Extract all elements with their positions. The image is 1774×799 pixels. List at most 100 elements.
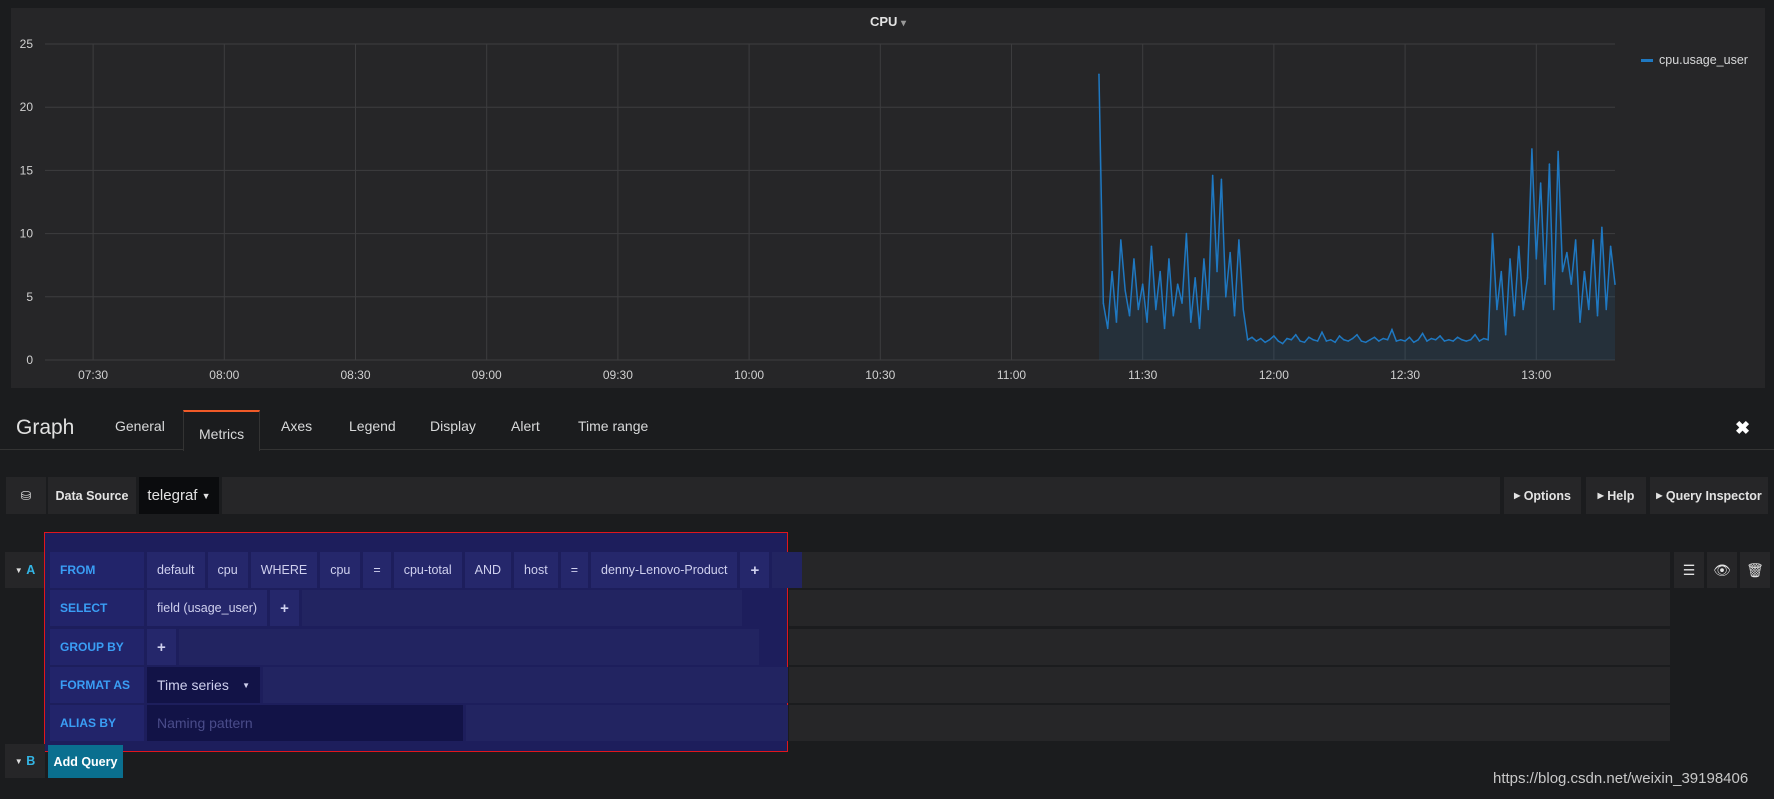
data-point: [1552, 308, 1555, 311]
data-point: [1229, 251, 1231, 254]
data-point: [1517, 245, 1520, 248]
data-point: [1325, 340, 1328, 342]
tab-axes[interactable]: Axes: [281, 418, 312, 434]
y-tick-label: 15: [20, 163, 34, 177]
data-point: [1102, 302, 1105, 304]
x-tick-label: 13:00: [1521, 368, 1551, 382]
group-by-label: GROUP BY: [50, 629, 144, 665]
data-source-select[interactable]: telegraf ▼: [139, 477, 219, 514]
tab-alert[interactable]: Alert: [511, 418, 540, 434]
data-point: [1299, 340, 1301, 342]
caret-right-icon: ▶: [1514, 491, 1521, 500]
data-point: [1404, 340, 1406, 342]
series-area: [1098, 74, 1615, 360]
data-point: [1557, 150, 1559, 153]
graph-panel: CPU ▾ 0 5 10 15 20 25 07:30 08:00 08:30 09:00 09:3…: [11, 8, 1765, 388]
trash-icon[interactable]: 🗑: [1740, 552, 1770, 588]
data-point: [1185, 232, 1188, 235]
data-point: [1176, 283, 1179, 285]
tag-value-host[interactable]: denny-Lenovo-Product: [591, 552, 738, 588]
data-source-row-fill: [222, 477, 1500, 514]
add-where-button[interactable]: +: [740, 552, 770, 588]
operator[interactable]: =: [363, 552, 391, 588]
row-fill: [772, 552, 803, 588]
alias-by-row: ALIAS BY Naming pattern: [50, 705, 788, 741]
data-point: [1115, 321, 1118, 323]
y-tick-label: 25: [20, 37, 34, 51]
options-label: Options: [1523, 488, 1571, 503]
data-point: [1233, 314, 1236, 317]
eye-icon[interactable]: 👁: [1707, 552, 1737, 588]
tab-display[interactable]: Display: [430, 418, 476, 434]
retention-policy[interactable]: default: [147, 552, 205, 588]
data-point: [1566, 251, 1568, 254]
data-point: [1526, 277, 1529, 279]
data-point: [1430, 337, 1433, 340]
add-select-button[interactable]: +: [270, 590, 299, 626]
tab-legend[interactable]: Legend: [349, 418, 396, 434]
tag-value-cpu-total[interactable]: cpu-total: [393, 552, 462, 588]
data-point: [1548, 163, 1551, 165]
data-point: [1141, 283, 1144, 285]
data-point: [1456, 336, 1459, 339]
select-field[interactable]: field (usage_user): [147, 590, 268, 626]
row-fill: [789, 667, 1670, 703]
data-point: [1399, 338, 1402, 341]
data-point: [1106, 327, 1109, 330]
alias-input[interactable]: Naming pattern: [147, 705, 463, 741]
data-point: [1321, 331, 1323, 333]
y-tick-label: 20: [20, 100, 34, 114]
tag-key-host[interactable]: host: [514, 552, 558, 588]
data-point: [1211, 174, 1214, 177]
menu-icon[interactable]: ☰: [1674, 552, 1704, 588]
help-button[interactable]: ▶ Help: [1586, 477, 1646, 514]
data-point: [1124, 289, 1126, 292]
data-point: [1504, 333, 1507, 336]
data-point: [1207, 308, 1210, 311]
data-point: [1194, 277, 1196, 279]
data-point: [1395, 340, 1398, 342]
query-inspector-button[interactable]: ▶ Query Inspector: [1650, 477, 1768, 514]
data-point: [1408, 336, 1411, 339]
data-point: [1338, 335, 1341, 337]
tag-key-cpu[interactable]: cpu: [320, 552, 361, 588]
data-point: [1334, 341, 1336, 344]
measurement[interactable]: cpu: [207, 552, 248, 588]
format-as-label: FORMAT AS: [50, 667, 144, 703]
data-point: [1150, 245, 1153, 248]
add-query-button[interactable]: Add Query: [48, 745, 123, 778]
format-select[interactable]: Time series ▼: [147, 667, 260, 703]
query-a-toggle[interactable]: ▼ A: [5, 552, 45, 588]
data-point: [1596, 314, 1599, 317]
data-point: [1509, 258, 1511, 260]
data-point: [1128, 314, 1131, 317]
data-point: [1137, 308, 1140, 311]
row-fill: [789, 552, 1670, 588]
data-point: [1281, 342, 1284, 345]
legend-item[interactable]: cpu.usage_user: [1641, 53, 1748, 67]
data-point: [1251, 336, 1253, 339]
data-point: [1465, 340, 1468, 342]
x-tick-label: 11:30: [1128, 368, 1157, 382]
operator[interactable]: =: [560, 552, 588, 588]
data-point: [1601, 226, 1603, 229]
help-label: Help: [1607, 488, 1635, 503]
query-b-toggle[interactable]: ▼ B: [5, 744, 45, 778]
and-condition[interactable]: AND: [464, 552, 512, 588]
tab-metrics[interactable]: Metrics: [183, 410, 261, 451]
add-group-by-button[interactable]: +: [147, 629, 176, 665]
data-point: [1343, 338, 1345, 341]
tab-general[interactable]: General: [115, 418, 165, 434]
tab-time-range[interactable]: Time range: [578, 418, 648, 434]
data-point: [1539, 182, 1542, 184]
data-point: [1496, 308, 1498, 311]
caret-down-icon: ▼: [14, 756, 23, 766]
close-icon[interactable]: ✖: [1735, 418, 1750, 439]
data-point: [1255, 340, 1258, 342]
data-point: [1356, 333, 1358, 336]
data-point: [1360, 340, 1363, 342]
data-point: [1386, 338, 1389, 341]
data-point: [1347, 340, 1350, 342]
data-point: [1172, 314, 1175, 317]
options-button[interactable]: ▶ Options: [1504, 477, 1581, 514]
